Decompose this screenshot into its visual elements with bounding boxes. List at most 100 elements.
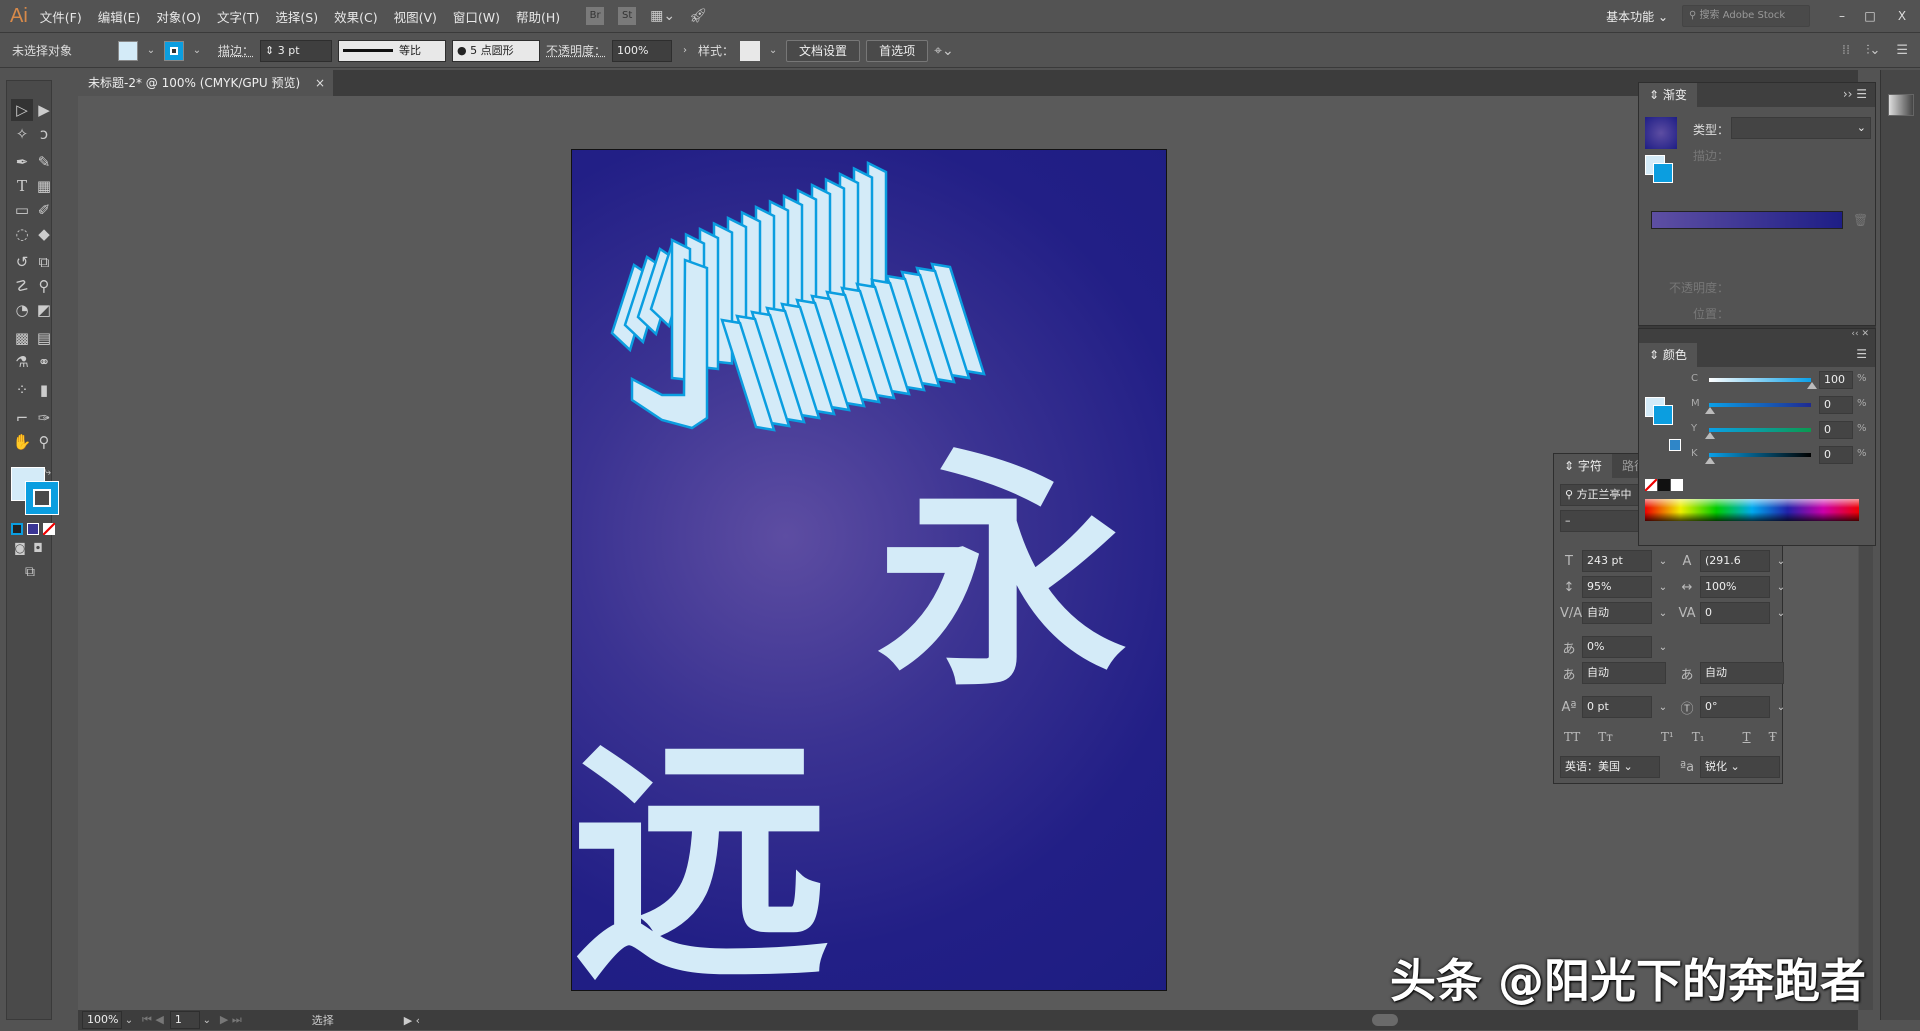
channel-slider-thumb[interactable]: [1705, 432, 1715, 439]
language-select[interactable]: 英语：美国 ⌄: [1560, 756, 1660, 778]
zoom-tool-icon[interactable]: ⚲: [33, 431, 55, 453]
gradient-panel-menu-icon[interactable]: ›› ☰: [1843, 87, 1867, 101]
gradient-tool-icon[interactable]: ▤: [33, 327, 55, 349]
close-button[interactable]: X: [1884, 9, 1920, 23]
stroke-weight-label[interactable]: 描边：: [218, 42, 254, 59]
none-swatch[interactable]: [1645, 479, 1657, 491]
screen-mode-icon[interactable]: ⧉: [19, 561, 41, 583]
all-caps-button[interactable]: TT: [1564, 730, 1580, 744]
type-tool-icon[interactable]: T: [11, 175, 33, 197]
graphic-style-swatch[interactable]: [740, 40, 761, 61]
artboard[interactable]: 永 远: [571, 149, 1167, 991]
transform-icon[interactable]: ⫶⌄: [1866, 43, 1880, 58]
puppet-warp-tool-icon[interactable]: ⚲: [33, 275, 55, 297]
gradient-preview-swatch[interactable]: [1645, 117, 1677, 149]
stroke-dropdown-icon[interactable]: ⌄: [190, 45, 204, 56]
mesh-tool-icon[interactable]: ▩: [11, 327, 33, 349]
channel-value-k[interactable]: 0: [1819, 446, 1853, 464]
line-segment-tool-icon[interactable]: ▦: [33, 175, 55, 197]
color-stroke-box[interactable]: [1653, 405, 1673, 425]
style-dropdown-icon[interactable]: ⌄: [766, 45, 780, 56]
control-menu-icon[interactable]: ☰: [1896, 43, 1908, 58]
warp-tool-icon[interactable]: ☡: [11, 275, 33, 297]
artboard-number-field[interactable]: 1: [169, 1011, 200, 1029]
symbol-sprayer-tool-icon[interactable]: ⁘: [11, 379, 33, 401]
zoom-dropdown-icon[interactable]: ⌄: [122, 1015, 136, 1026]
paintbrush-tool-icon[interactable]: ✐: [33, 199, 55, 221]
tracking-field[interactable]: 0: [1700, 602, 1770, 624]
channel-slider-thumb[interactable]: [1807, 382, 1817, 389]
superscript-button[interactable]: T¹: [1661, 730, 1674, 744]
stock-search-input[interactable]: ⚲ 搜索 Adobe Stock: [1682, 5, 1810, 27]
rectangle-tool-icon[interactable]: ▭: [11, 199, 33, 221]
curvature-tool-icon[interactable]: ✎: [33, 151, 55, 173]
artwork-char-yuan[interactable]: 远: [572, 735, 830, 990]
tab-color[interactable]: ⇕ 颜色: [1639, 343, 1697, 367]
hand-tool-icon[interactable]: ✋: [11, 431, 33, 453]
workspace-switcher[interactable]: 基本功能 ⌄: [1606, 8, 1668, 25]
aki-right-field[interactable]: 自动: [1700, 662, 1784, 684]
channel-slider-k[interactable]: [1709, 453, 1811, 457]
gpu-performance-icon[interactable]: 🚀︎: [689, 8, 707, 24]
strikethrough-button[interactable]: Ŧ: [1769, 730, 1777, 744]
horizontal-scale-field[interactable]: 100%: [1700, 576, 1770, 598]
gradient-type-select[interactable]: ⌄: [1731, 117, 1871, 139]
lasso-tool-icon[interactable]: ↄ: [33, 123, 55, 145]
zoom-field[interactable]: 100%: [82, 1011, 122, 1029]
subscript-button[interactable]: T₁: [1692, 730, 1705, 744]
pen-tool-icon[interactable]: ✒: [11, 151, 33, 173]
opacity-label[interactable]: 不透明度：: [546, 42, 606, 59]
tab-gradient[interactable]: ⇕ 渐变: [1639, 83, 1697, 107]
extruded-chuan-artwork[interactable]: [572, 150, 1167, 450]
select-similar-icon[interactable]: ⌖⌄: [934, 43, 954, 59]
channel-slider-m[interactable]: [1709, 403, 1811, 407]
scale-tool-icon[interactable]: ⧉: [33, 251, 55, 273]
last-artboard-icon[interactable]: ▶ ⏭: [220, 1013, 242, 1027]
gradient-ramp[interactable]: [1651, 211, 1843, 229]
white-swatch[interactable]: [1671, 479, 1683, 491]
font-size-field[interactable]: 243 pt: [1582, 550, 1652, 572]
stroke-swatch[interactable]: [164, 40, 184, 61]
arrange-documents-icon[interactable]: ▦⌄: [650, 8, 675, 24]
gradient-stroke-box[interactable]: [1653, 163, 1673, 183]
character-rotation-field[interactable]: 0°: [1700, 696, 1770, 718]
color-spectrum[interactable]: [1645, 499, 1859, 521]
document-setup-button[interactable]: 文档设置: [786, 39, 861, 62]
opacity-arrow-icon[interactable]: ›: [678, 45, 692, 56]
aki-left-field[interactable]: 自动: [1582, 662, 1666, 684]
menu-effect[interactable]: 效果(C): [334, 7, 377, 26]
small-caps-button[interactable]: Tт: [1598, 730, 1613, 744]
artboard-dropdown-icon[interactable]: ⌄: [200, 1015, 214, 1026]
color-mode-icon[interactable]: [11, 523, 23, 535]
stock-icon[interactable]: St: [618, 7, 637, 25]
tsume-field[interactable]: 0%: [1582, 636, 1652, 658]
selection-tool-icon[interactable]: ▷: [11, 99, 33, 121]
stroke-color-box[interactable]: [25, 481, 59, 515]
channel-slider-c[interactable]: [1709, 378, 1811, 382]
maximize-button[interactable]: □: [1856, 9, 1884, 23]
document-tab[interactable]: 未标题-2* @ 100% (CMYK/GPU 预览) ×: [78, 70, 333, 96]
channel-slider-y[interactable]: [1709, 428, 1811, 432]
shape-builder-tool-icon[interactable]: ◔: [11, 299, 33, 321]
brush-definition[interactable]: ● 5 点圆形: [452, 39, 541, 62]
channel-value-c[interactable]: 100: [1819, 371, 1853, 389]
channel-slider-thumb[interactable]: [1705, 407, 1715, 414]
menu-file[interactable]: 文件(F): [40, 7, 82, 26]
color-panel-collapse-close[interactable]: ‹‹ ✕: [1639, 329, 1875, 343]
close-tab-icon[interactable]: ×: [315, 70, 325, 96]
first-artboard-icon[interactable]: ⏮ ◀: [142, 1013, 164, 1027]
opacity-field[interactable]: 100%: [612, 39, 673, 62]
shaper-tool-icon[interactable]: ◌: [11, 223, 33, 245]
menu-view[interactable]: 视图(V): [394, 7, 437, 26]
graph-tool-icon[interactable]: ▮: [33, 379, 55, 401]
fill-swatch[interactable]: [118, 40, 138, 61]
black-swatch[interactable]: [1658, 479, 1670, 491]
none-mode-icon[interactable]: [43, 523, 55, 535]
magic-wand-tool-icon[interactable]: ✧: [11, 123, 33, 145]
kerning-field[interactable]: 自动: [1582, 602, 1652, 624]
menu-type[interactable]: 文字(T): [217, 7, 259, 26]
out-of-web-color-swatch[interactable]: [1669, 439, 1681, 451]
color-panel-menu-icon[interactable]: ☰: [1856, 347, 1867, 361]
variable-width-profile[interactable]: 等比: [338, 39, 447, 62]
eyedropper-tool-icon[interactable]: ⚗: [11, 351, 33, 373]
